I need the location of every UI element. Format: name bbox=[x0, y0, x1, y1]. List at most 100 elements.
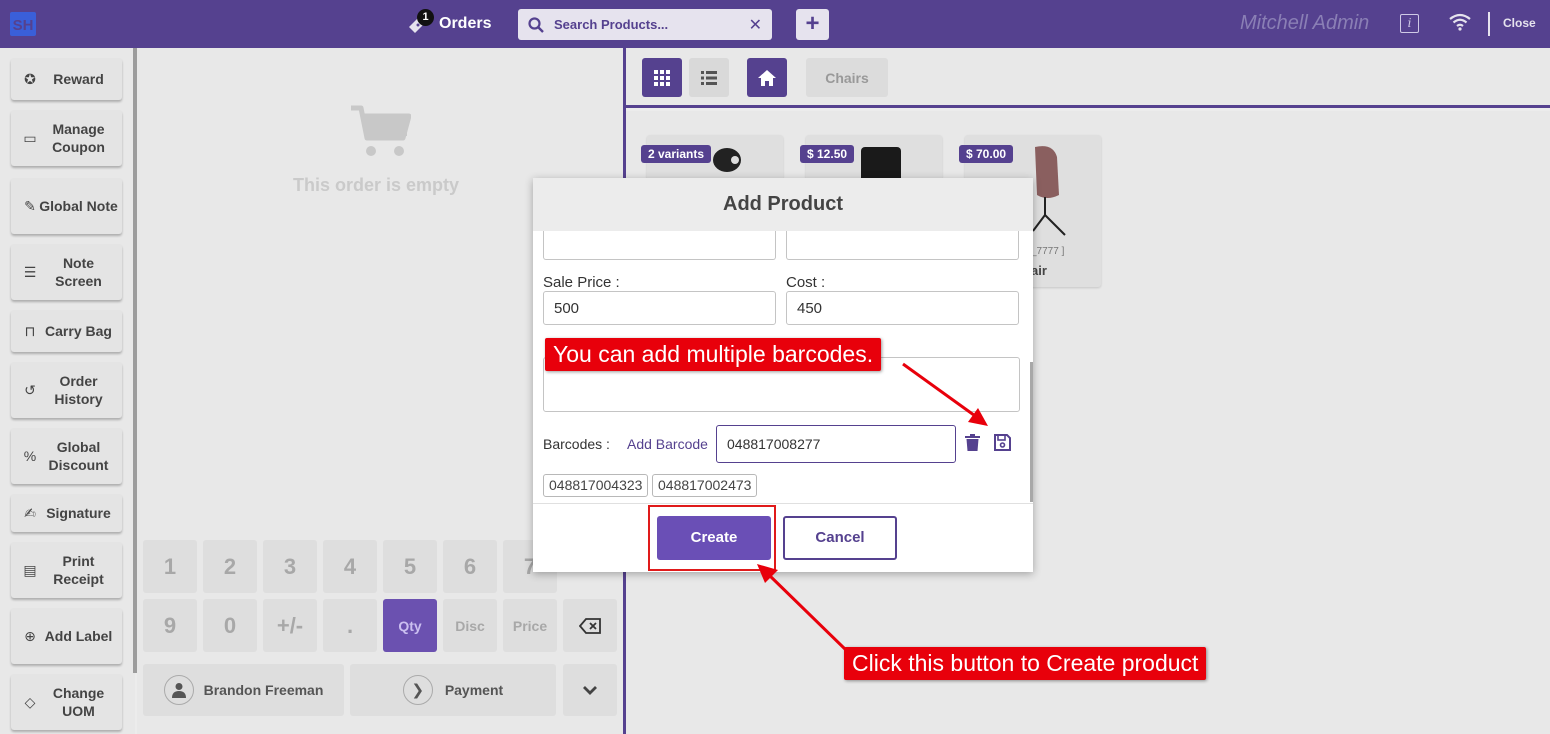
left-button-global-note[interactable]: ✎ Global Note bbox=[11, 178, 122, 234]
info-icon[interactable]: i bbox=[1400, 14, 1419, 33]
numpad-key[interactable]: Qty bbox=[383, 599, 437, 652]
close-button[interactable]: Close bbox=[1503, 16, 1536, 30]
left-button-carry-bag[interactable]: ⊓ Carry Bag bbox=[11, 310, 122, 352]
dialog-footer-divider bbox=[533, 503, 1033, 504]
search-box[interactable]: Search Products... ✕ bbox=[518, 9, 772, 40]
cancel-button[interactable]: Cancel bbox=[783, 516, 897, 560]
left-button-label: Order History bbox=[54, 373, 103, 407]
numpad-key[interactable]: Disc bbox=[443, 599, 497, 652]
left-button-label: Global Note bbox=[39, 198, 118, 214]
backspace-icon bbox=[579, 617, 601, 634]
product-tag: 2 variants bbox=[641, 145, 712, 163]
backspace-key[interactable] bbox=[563, 599, 617, 652]
left-button-manage-coupon[interactable]: ▭ Manage Coupon bbox=[11, 110, 122, 166]
chevron-down-icon bbox=[583, 686, 597, 695]
left-button-global-discount[interactable]: % Global Discount bbox=[11, 428, 122, 484]
product-tag: $ 70.00 bbox=[959, 145, 1014, 163]
list-icon bbox=[701, 70, 717, 85]
svg-text:SH: SH bbox=[13, 17, 34, 34]
barcode-input[interactable]: 048817008277 bbox=[716, 425, 956, 463]
create-highlight-box bbox=[648, 505, 776, 571]
category-chairs-label: Chairs bbox=[825, 69, 869, 86]
more-options-button[interactable] bbox=[563, 664, 617, 716]
search-icon bbox=[528, 16, 544, 33]
payment-button[interactable]: ❯ Payment bbox=[350, 664, 556, 716]
product-name: air bbox=[1031, 263, 1047, 278]
cart-icon bbox=[351, 105, 411, 156]
user-avatar-icon bbox=[163, 675, 194, 705]
add-barcode-link[interactable]: Add Barcode bbox=[627, 436, 708, 452]
grid-icon bbox=[654, 69, 670, 86]
add-product-button[interactable]: + bbox=[796, 9, 829, 40]
product-ref: _7777 ] bbox=[1031, 246, 1065, 257]
dialog-title: Add Product bbox=[533, 178, 1033, 231]
search-input[interactable]: Search Products... bbox=[554, 17, 749, 32]
user-name: Mitchell Admin bbox=[1240, 12, 1370, 34]
orders-label: Orders bbox=[439, 15, 492, 32]
list-view-button[interactable] bbox=[689, 58, 729, 97]
customer-button[interactable]: Brandon Freeman bbox=[143, 664, 344, 716]
numpad-key[interactable]: 2 bbox=[203, 540, 257, 593]
grid-view-button[interactable] bbox=[642, 58, 682, 97]
top-separator bbox=[1488, 12, 1490, 36]
left-button-label: Global Discount bbox=[48, 439, 109, 473]
chevron-right-icon: ❯ bbox=[402, 675, 433, 705]
bag-icon: ⊓ bbox=[24, 322, 36, 339]
numpad-key[interactable]: 4 bbox=[323, 540, 377, 593]
numpad-key[interactable]: 3 bbox=[263, 540, 317, 593]
barcode-chip: 048817004323 bbox=[543, 474, 649, 497]
left-button-label: Note Screen bbox=[55, 255, 102, 289]
receipt-icon: ▤ bbox=[23, 561, 37, 578]
left-button-note-screen[interactable]: ☰ Note Screen bbox=[11, 244, 122, 300]
numpad-key[interactable]: 5 bbox=[383, 540, 437, 593]
left-button-print-receipt[interactable]: ▤ Print Receipt bbox=[11, 542, 122, 598]
left-button-signature[interactable]: ✍ Signature bbox=[11, 494, 122, 532]
left-button-reward[interactable]: ✪ Reward bbox=[11, 58, 122, 100]
reward-icon: ✪ bbox=[24, 70, 36, 87]
barcodes-label: Barcodes : bbox=[543, 436, 610, 452]
barcodes-callout: You can add multiple barcodes. bbox=[545, 338, 882, 371]
history-icon: ↺ bbox=[24, 381, 36, 398]
numpad-key[interactable]: 0 bbox=[203, 599, 257, 652]
numpad-key[interactable]: Price bbox=[503, 599, 557, 652]
trash-icon[interactable] bbox=[965, 434, 980, 451]
top-bar: SH 1 Orders Search Products... ✕ + Mitch… bbox=[0, 0, 1550, 48]
left-button-label: Signature bbox=[46, 505, 111, 521]
note-screen-icon: ☰ bbox=[23, 263, 37, 280]
left-button-label: Carry Bag bbox=[45, 323, 112, 339]
cost-input[interactable]: 450 bbox=[786, 291, 1019, 325]
numpad-key[interactable]: +/- bbox=[263, 599, 317, 652]
cost-label: Cost : bbox=[786, 274, 826, 291]
sale-price-input[interactable]: 500 bbox=[543, 291, 776, 325]
numpad-key[interactable]: 9 bbox=[143, 599, 197, 652]
coupon-icon: ▭ bbox=[23, 129, 37, 146]
customer-name: Brandon Freeman bbox=[203, 682, 324, 698]
left-button-add-label[interactable]: ⊕ Add Label bbox=[11, 608, 122, 664]
signature-icon: ✍ bbox=[24, 504, 36, 521]
category-chairs[interactable]: Chairs bbox=[806, 58, 888, 97]
ticket-icon: 1 bbox=[407, 9, 434, 35]
dialog-scrollbar[interactable] bbox=[1030, 362, 1033, 502]
left-button-order-history[interactable]: ↺ Order History bbox=[11, 362, 122, 418]
left-button-change-uom[interactable]: ◇ Change UOM bbox=[11, 674, 122, 730]
left-button-label: Manage Coupon bbox=[52, 121, 105, 155]
app-logo-icon: SH bbox=[10, 12, 36, 36]
payment-label: Payment bbox=[444, 682, 504, 698]
clear-search-icon[interactable]: ✕ bbox=[749, 15, 762, 35]
name-input[interactable] bbox=[543, 231, 776, 260]
wifi-icon bbox=[1449, 13, 1471, 31]
discount-icon: % bbox=[23, 448, 37, 464]
create-callout: Click this button to Create product bbox=[844, 647, 1207, 680]
home-category-button[interactable] bbox=[747, 58, 787, 97]
reference-input[interactable] bbox=[786, 231, 1019, 260]
left-button-label: Change UOM bbox=[52, 685, 105, 719]
save-icon[interactable] bbox=[994, 434, 1011, 451]
orders-button[interactable]: 1 Orders bbox=[407, 9, 492, 38]
sale-price-label: Sale Price : bbox=[543, 274, 620, 291]
numpad-key[interactable]: 1 bbox=[143, 540, 197, 593]
left-button-label: Print Receipt bbox=[53, 553, 104, 587]
numpad-key[interactable]: . bbox=[323, 599, 377, 652]
add-circle-icon: ⊕ bbox=[24, 627, 36, 644]
numpad-key[interactable]: 6 bbox=[443, 540, 497, 593]
left-button-label: Add Label bbox=[44, 628, 113, 644]
